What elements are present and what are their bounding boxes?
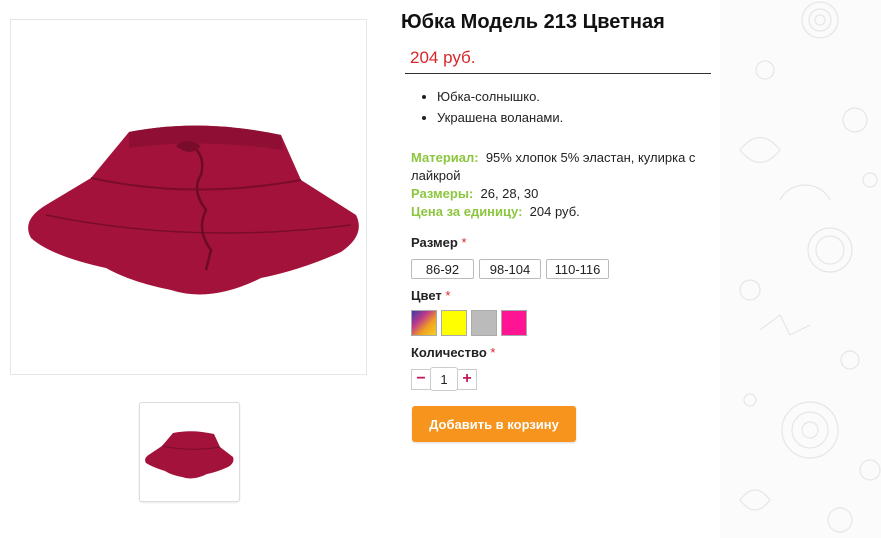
product-specs: Материал: 95% хлопок 5% эластан, кулирка… — [411, 149, 716, 221]
spec-unit-price-value: 204 руб. — [529, 204, 580, 219]
size-options: 86-92 98-104 110-116 — [411, 259, 609, 279]
spec-material: Материал: 95% хлопок 5% эластан, кулирка… — [411, 149, 716, 185]
size-label: Размер * — [411, 235, 467, 250]
color-swatch-multicolor[interactable] — [411, 310, 437, 336]
color-label-text: Цвет — [411, 288, 442, 303]
quantity-input[interactable] — [430, 367, 458, 391]
spec-sizes: Размеры: 26, 28, 30 — [411, 185, 716, 203]
spec-unit-price-label: Цена за единицу: — [411, 204, 523, 219]
product-thumbnail[interactable] — [139, 402, 240, 502]
quantity-stepper: − + — [411, 367, 477, 391]
spec-material-label: Материал: — [411, 150, 479, 165]
color-swatch-grey[interactable] — [471, 310, 497, 336]
product-main-image[interactable] — [10, 19, 367, 375]
color-label: Цвет * — [411, 288, 450, 303]
feature-list: Юбка-солнышко. Украшена воланами. — [423, 86, 563, 128]
required-mark: * — [461, 235, 467, 250]
increase-quantity-button[interactable]: + — [457, 368, 477, 390]
size-option-110-116[interactable]: 110-116 — [546, 259, 609, 279]
color-swatch-yellow[interactable] — [441, 310, 467, 336]
size-option-98-104[interactable]: 98-104 — [479, 259, 541, 279]
spec-unit-price: Цена за единицу: 204 руб. — [411, 203, 716, 221]
skirt-thumbnail-image — [145, 431, 234, 479]
size-option-86-92[interactable]: 86-92 — [411, 259, 474, 279]
divider — [405, 73, 711, 74]
color-options — [411, 310, 527, 336]
required-mark: * — [445, 288, 451, 303]
product-title: Юбка Модель 213 Цветная — [401, 11, 665, 33]
background-decoration — [720, 0, 881, 538]
decrease-quantity-button[interactable]: − — [411, 368, 431, 390]
size-label-text: Размер — [411, 235, 458, 250]
quantity-label: Количество * — [411, 345, 495, 360]
spec-sizes-value: 26, 28, 30 — [480, 186, 539, 201]
required-mark: * — [490, 345, 496, 360]
feature-item: Юбка-солнышко. — [437, 86, 563, 107]
add-to-cart-button[interactable]: Добавить в корзину — [412, 406, 576, 442]
product-price: 204 руб. — [410, 48, 476, 67]
skirt-image — [28, 125, 359, 295]
spec-sizes-label: Размеры: — [411, 186, 474, 201]
color-swatch-pink[interactable] — [501, 310, 527, 336]
feature-item: Украшена воланами. — [437, 107, 563, 128]
quantity-label-text: Количество — [411, 345, 487, 360]
